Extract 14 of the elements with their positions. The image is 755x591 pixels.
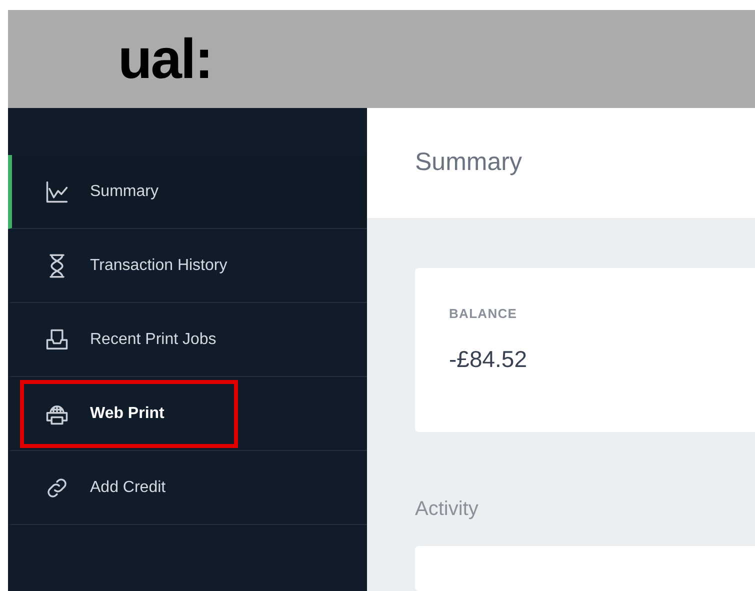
activity-title: Activity: [415, 497, 480, 522]
sidebar-item-label: Summary: [90, 182, 158, 202]
sidebar-item-label: Add Credit: [90, 478, 166, 498]
page-title: Summary: [415, 147, 522, 178]
balance-value: -£84.52: [449, 344, 528, 374]
sidebar-item-label: Web Print: [90, 404, 164, 424]
line-chart-icon: [44, 178, 70, 204]
sidebar-item[interactable]: Summary: [8, 155, 367, 229]
inbox-tray-icon: [44, 326, 70, 352]
sidebar-item-label: Recent Print Jobs: [90, 330, 216, 350]
sidebar-item-label: Transaction History: [90, 256, 228, 276]
sidebar-item[interactable]: Web Print: [8, 377, 367, 451]
logo[interactable]: ual:: [118, 31, 212, 87]
balance-label: BALANCE: [449, 305, 518, 323]
